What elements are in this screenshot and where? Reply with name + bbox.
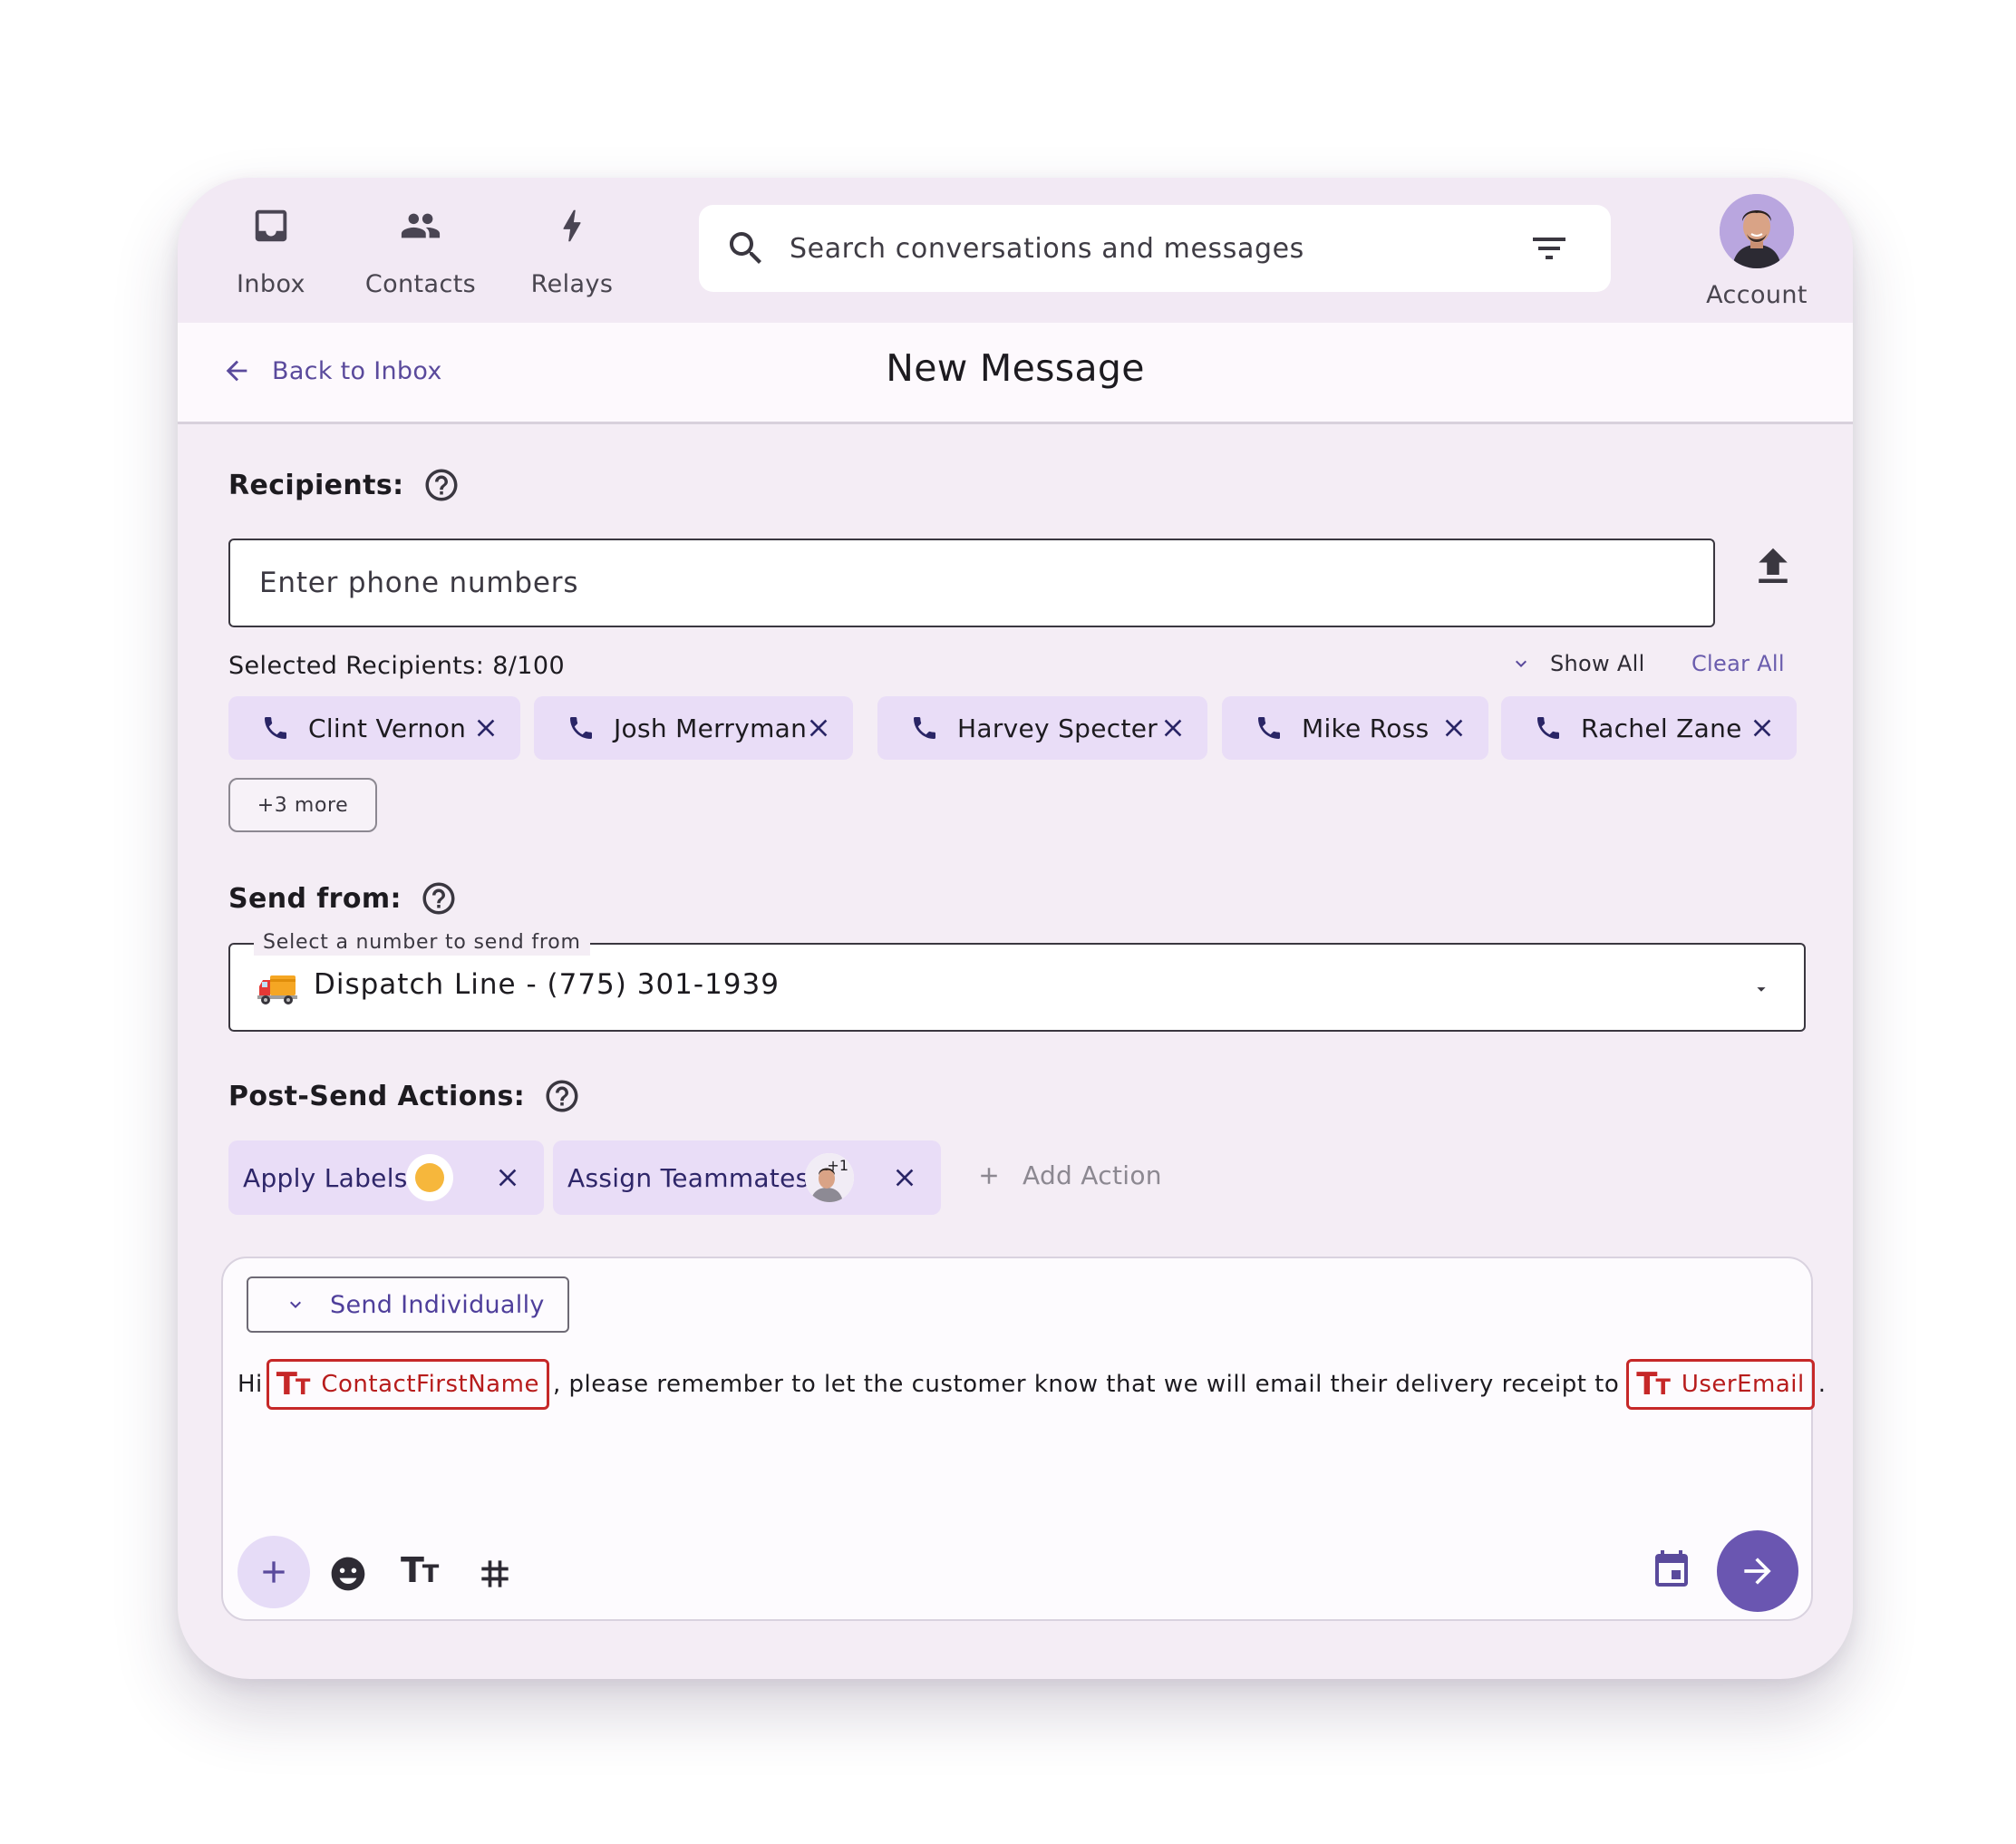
label-color-badge [406,1154,453,1201]
bolt-icon [563,209,581,242]
variable-token-name: ContactFirstName [321,1371,539,1398]
recipient-chip[interactable]: Harvey Specter [877,696,1207,760]
attach-button[interactable] [237,1536,310,1608]
app-window: Inbox Contacts Relays Search conversatio… [178,178,1853,1679]
close-icon[interactable] [1158,713,1187,742]
recipients-section-label: Recipients: [228,466,460,504]
clear-all-button[interactable]: Clear All [1691,651,1785,676]
send-mode-label: Send Individually [330,1290,545,1319]
recipients-label: Recipients: [228,469,404,501]
show-all-label: Show All [1550,651,1645,676]
text-format-icon[interactable]: TT [401,1550,439,1590]
chevron-down-icon [1516,660,1527,667]
inbox-icon [255,209,287,242]
variable-token[interactable]: TT UserEmail [1626,1359,1815,1410]
message-body[interactable]: Hi TT ContactFirstName , please remember… [237,1356,1826,1412]
avatar [1720,194,1794,268]
send-button[interactable] [1717,1530,1798,1612]
show-all-button[interactable]: Show All [1510,651,1645,676]
post-send-label: Post-Send Actions: [228,1080,526,1112]
dropdown-arrow-icon [1757,987,1766,992]
add-action-button[interactable]: Add Action [975,1160,1162,1190]
user-portrait-icon [1720,194,1794,268]
close-icon[interactable] [890,1163,919,1192]
nav-inbox-label: Inbox [237,270,305,298]
send-from-label: Send from: [228,882,402,915]
teammate-avatar: +1 [805,1153,854,1202]
send-from-section-label: Send from: [228,879,458,917]
top-navigation: Inbox Contacts Relays Search conversatio… [178,178,1853,323]
action-label: Apply Labels [243,1162,408,1193]
add-action-label: Add Action [1023,1160,1162,1190]
hashtag-icon[interactable] [475,1554,515,1594]
help-icon[interactable] [420,879,458,917]
text-variable-icon: TT [276,1366,311,1402]
text-variable-icon: TT [1636,1366,1671,1402]
calendar-icon[interactable] [1650,1548,1693,1592]
phone-icon [265,717,286,739]
send-from-select[interactable]: Dispatch Line - (775) 301-1939 [228,943,1806,1032]
phone-icon [570,717,592,739]
search-input[interactable] [790,221,1527,276]
search-bar [699,205,1611,292]
close-icon[interactable] [1439,713,1468,742]
send-from-value: Dispatch Line - (775) 301-1939 [314,968,780,1001]
recipient-name: Josh Merryman [614,713,808,743]
truck-icon [257,975,297,1004]
message-middle: , please remember to let the customer kn… [552,1371,1620,1398]
phone-icon [1258,717,1280,739]
recipient-name: Rachel Zane [1581,713,1742,743]
search-icon [730,232,761,264]
recipient-chip[interactable]: Mike Ross [1222,696,1488,760]
close-icon[interactable] [1748,713,1777,742]
message-suffix: . [1817,1371,1827,1398]
help-icon[interactable] [543,1077,581,1115]
recipient-chip[interactable]: Clint Vernon [228,696,520,760]
plus-icon [263,1561,285,1583]
arrow-forward-icon [1744,1558,1771,1585]
variable-token-name: UserEmail [1681,1371,1805,1398]
recipient-name: Harvey Specter [957,713,1158,743]
close-icon[interactable] [471,713,500,742]
message-prefix: Hi [237,1371,263,1398]
nav-relays-label: Relays [530,270,614,298]
close-icon[interactable] [804,713,833,742]
chevron-down-icon [290,1301,301,1308]
recipient-name: Clint Vernon [308,713,467,743]
variable-token[interactable]: TT ContactFirstName [266,1359,549,1410]
recipient-name: Mike Ross [1302,713,1430,743]
nav-contacts-label: Contacts [364,270,477,298]
action-label: Assign Teammates [567,1162,809,1193]
nav-contacts[interactable]: Contacts [348,201,493,310]
account-button[interactable]: Account [1684,194,1829,312]
plus-icon [981,1167,997,1184]
send-mode-dropdown[interactable]: Send Individually [247,1276,569,1333]
account-label: Account [1706,281,1808,309]
help-icon[interactable] [422,466,460,504]
teammate-extra-count: +1 [827,1157,848,1174]
page-title: New Message [886,346,1145,390]
upload-icon[interactable] [1749,542,1798,591]
close-icon[interactable] [493,1163,522,1192]
phone-icon [1537,717,1559,739]
label-color-dot [415,1163,444,1192]
send-from-field-label: Select a number to send from [254,930,590,956]
post-send-section-label: Post-Send Actions: [228,1077,581,1115]
recipient-chip[interactable]: Rachel Zane [1501,696,1797,760]
people-icon [401,213,441,238]
more-recipients-button[interactable]: +3 more [228,778,377,832]
emoji-icon[interactable] [328,1554,368,1594]
phone-number-field [228,539,1715,627]
message-composer: Send Individually Hi TT ContactFirstName… [221,1257,1826,1621]
phone-number-input[interactable] [230,540,1713,626]
nav-relays[interactable]: Relays [499,201,645,310]
phone-icon [914,717,935,739]
page-header: Back to Inbox New Message [178,323,1853,424]
filter-icon[interactable] [1527,227,1571,270]
assign-teammates-action[interactable]: Assign Teammates +1 [553,1140,941,1215]
selected-recipients-count: Selected Recipients: 8/100 [228,652,566,680]
recipient-chip[interactable]: Josh Merryman [534,696,853,760]
nav-inbox[interactable]: Inbox [199,201,344,310]
apply-labels-action[interactable]: Apply Labels [228,1140,544,1215]
